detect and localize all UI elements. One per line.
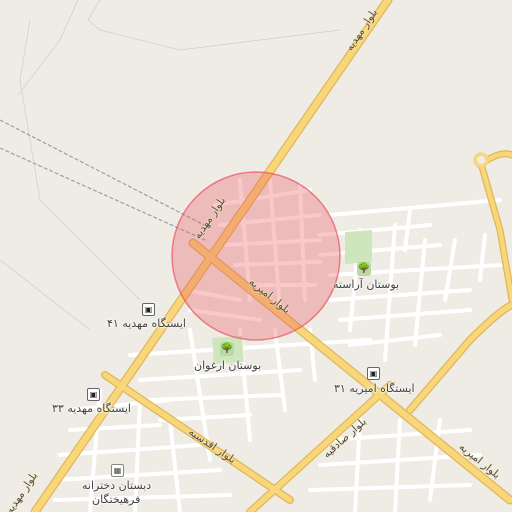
park-label-arghavan: بوستان ارغوان	[194, 359, 262, 372]
map-canvas	[0, 0, 512, 512]
park-label-arasteh: بوستان آراسته	[333, 278, 400, 291]
school-label-line1: دبستان دخترانه	[82, 479, 152, 492]
park-arasteh-area	[345, 230, 372, 264]
bus-stop-label-amirieh-31: ایستگاه امیریه ۳۱	[334, 382, 415, 395]
tree-icon[interactable]: 🌳	[357, 262, 371, 276]
school-label-line2: فرهیختگان	[92, 493, 141, 506]
bus-stop-icon[interactable]: ▣	[367, 367, 380, 380]
school-icon[interactable]: ▦	[111, 464, 124, 477]
bus-stop-label-mahdieh-41: ایستگاه مهدیه ۴۱	[107, 317, 186, 330]
bus-stop-label-mahdieh-33: ایستگاه مهدیه ۳۳	[52, 402, 131, 415]
bus-stop-icon[interactable]: ▣	[142, 303, 155, 316]
bus-stop-icon[interactable]: ▣	[87, 388, 100, 401]
roundabout	[473, 152, 489, 168]
highlight-circle[interactable]	[171, 171, 341, 341]
tree-icon[interactable]: 🌳	[220, 342, 234, 356]
map-view[interactable]: بلوار مهدیه بلوار مهدیه بلوار امیریه بلو…	[0, 0, 512, 512]
